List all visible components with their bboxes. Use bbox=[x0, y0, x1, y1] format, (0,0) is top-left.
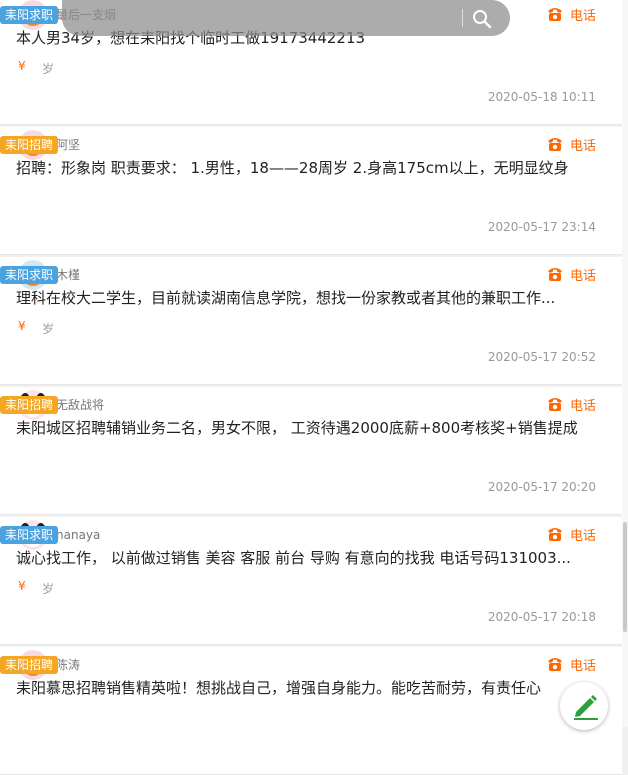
post-card[interactable]: 木槿 耒阳求职 电话理科在校大二学生，目前就读湖南信息学院，想找一份家教或者其他的兼… bbox=[0, 257, 622, 385]
phone-button[interactable]: 电话 bbox=[546, 525, 596, 544]
phone-icon bbox=[546, 396, 564, 412]
post-content[interactable]: 招聘：形象岗 职责要求： 1.男性，18——28周岁 2.身高175cm以上，无… bbox=[16, 158, 600, 178]
post-timestamp: 2020-05-17 23:14 bbox=[487, 220, 596, 234]
salary-value: ¥ bbox=[18, 319, 26, 333]
post-content[interactable]: 耒阳城区招聘辅销业务二名，男女不限， 工资待遇2000底薪+800考核奖+销售提… bbox=[16, 418, 600, 438]
phone-icon bbox=[546, 6, 564, 22]
category-tag[interactable]: 耒阳求职 bbox=[0, 526, 59, 544]
phone-icon bbox=[546, 136, 564, 152]
phone-button[interactable]: 电话 bbox=[546, 135, 596, 154]
post-timestamp: 2020-05-17 20:20 bbox=[487, 480, 596, 494]
username[interactable]: nanaya bbox=[56, 527, 100, 543]
phone-button[interactable]: 电话 bbox=[546, 655, 596, 674]
scrollbar-thumb[interactable] bbox=[623, 522, 627, 632]
post-card[interactable]: nanaya 耒阳求职 电话诚心找工作， 以前做过销售 美容 客服 前台 导购 有意… bbox=[0, 517, 622, 645]
post-content[interactable]: 诚心找工作， 以前做过销售 美容 客服 前台 导购 有意向的找我 电话号码131… bbox=[16, 548, 600, 568]
pencil-icon bbox=[574, 695, 598, 720]
username[interactable]: 陈涛 bbox=[56, 657, 80, 673]
category-tag[interactable]: 耒阳招聘 bbox=[0, 136, 59, 154]
username[interactable]: 阿坚 bbox=[56, 137, 80, 153]
salary-value: ¥ bbox=[18, 59, 26, 73]
post-content[interactable]: 耒阳慕思招聘销售精英啦！想挑战自己，增强自身能力。能吃苦耐劳，有责任心 bbox=[16, 678, 600, 698]
username[interactable]: 木槿 bbox=[56, 267, 80, 283]
search-input[interactable] bbox=[74, 6, 458, 32]
post-timestamp: 2020-05-17 20:18 bbox=[487, 610, 596, 624]
phone-icon bbox=[546, 266, 564, 282]
category-tag[interactable]: 耒阳求职 bbox=[0, 266, 59, 284]
phone-label: 电话 bbox=[569, 528, 596, 544]
age-value: 岁 bbox=[42, 322, 55, 336]
phone-label: 电话 bbox=[569, 8, 596, 24]
compose-button[interactable] bbox=[560, 682, 608, 730]
search-icon[interactable] bbox=[470, 7, 494, 31]
category-tag[interactable]: 耒阳招聘 bbox=[0, 396, 59, 414]
search-bar bbox=[62, 0, 510, 36]
post-timestamp: 2020-05-17 20:52 bbox=[487, 350, 596, 364]
age-value: 岁 bbox=[42, 582, 55, 596]
category-tag[interactable]: 耒阳招聘 bbox=[0, 656, 59, 674]
search-divider bbox=[462, 9, 463, 27]
phone-button[interactable]: 电话 bbox=[546, 5, 596, 24]
scrollbar-track[interactable] bbox=[622, 0, 628, 727]
post-card[interactable]: 陈涛 耒阳招聘 电话耒阳慕思招聘销售精英啦！想挑战自己，增强自身能力。能吃苦耐劳，有… bbox=[0, 647, 622, 775]
phone-button[interactable]: 电话 bbox=[546, 395, 596, 414]
phone-label: 电话 bbox=[569, 398, 596, 414]
phone-icon bbox=[546, 656, 564, 672]
phone-icon bbox=[546, 526, 564, 542]
post-card[interactable]: 阿坚 耒阳招聘 电话招聘：形象岗 职责要求： 1.男性，18——28周岁 2.身高1… bbox=[0, 127, 622, 255]
phone-label: 电话 bbox=[569, 138, 596, 154]
username[interactable]: 无敌战将 bbox=[56, 397, 104, 413]
post-timestamp: 2020-05-18 10:11 bbox=[487, 90, 596, 104]
age-value: 岁 bbox=[42, 62, 55, 76]
category-tag[interactable]: 耒阳求职 bbox=[0, 6, 59, 24]
salary-value: ¥ bbox=[18, 579, 26, 593]
post-card[interactable]: 无敌战将 耒阳招聘 电话耒阳城区招聘辅销业务二名，男女不限， 工资待遇2000底薪+… bbox=[0, 387, 622, 515]
phone-button[interactable]: 电话 bbox=[546, 265, 596, 284]
post-content[interactable]: 理科在校大二学生，目前就读湖南信息学院，想找一份家教或者其他的兼职工作... bbox=[16, 288, 600, 308]
phone-label: 电话 bbox=[569, 658, 596, 674]
phone-label: 电话 bbox=[569, 268, 596, 284]
